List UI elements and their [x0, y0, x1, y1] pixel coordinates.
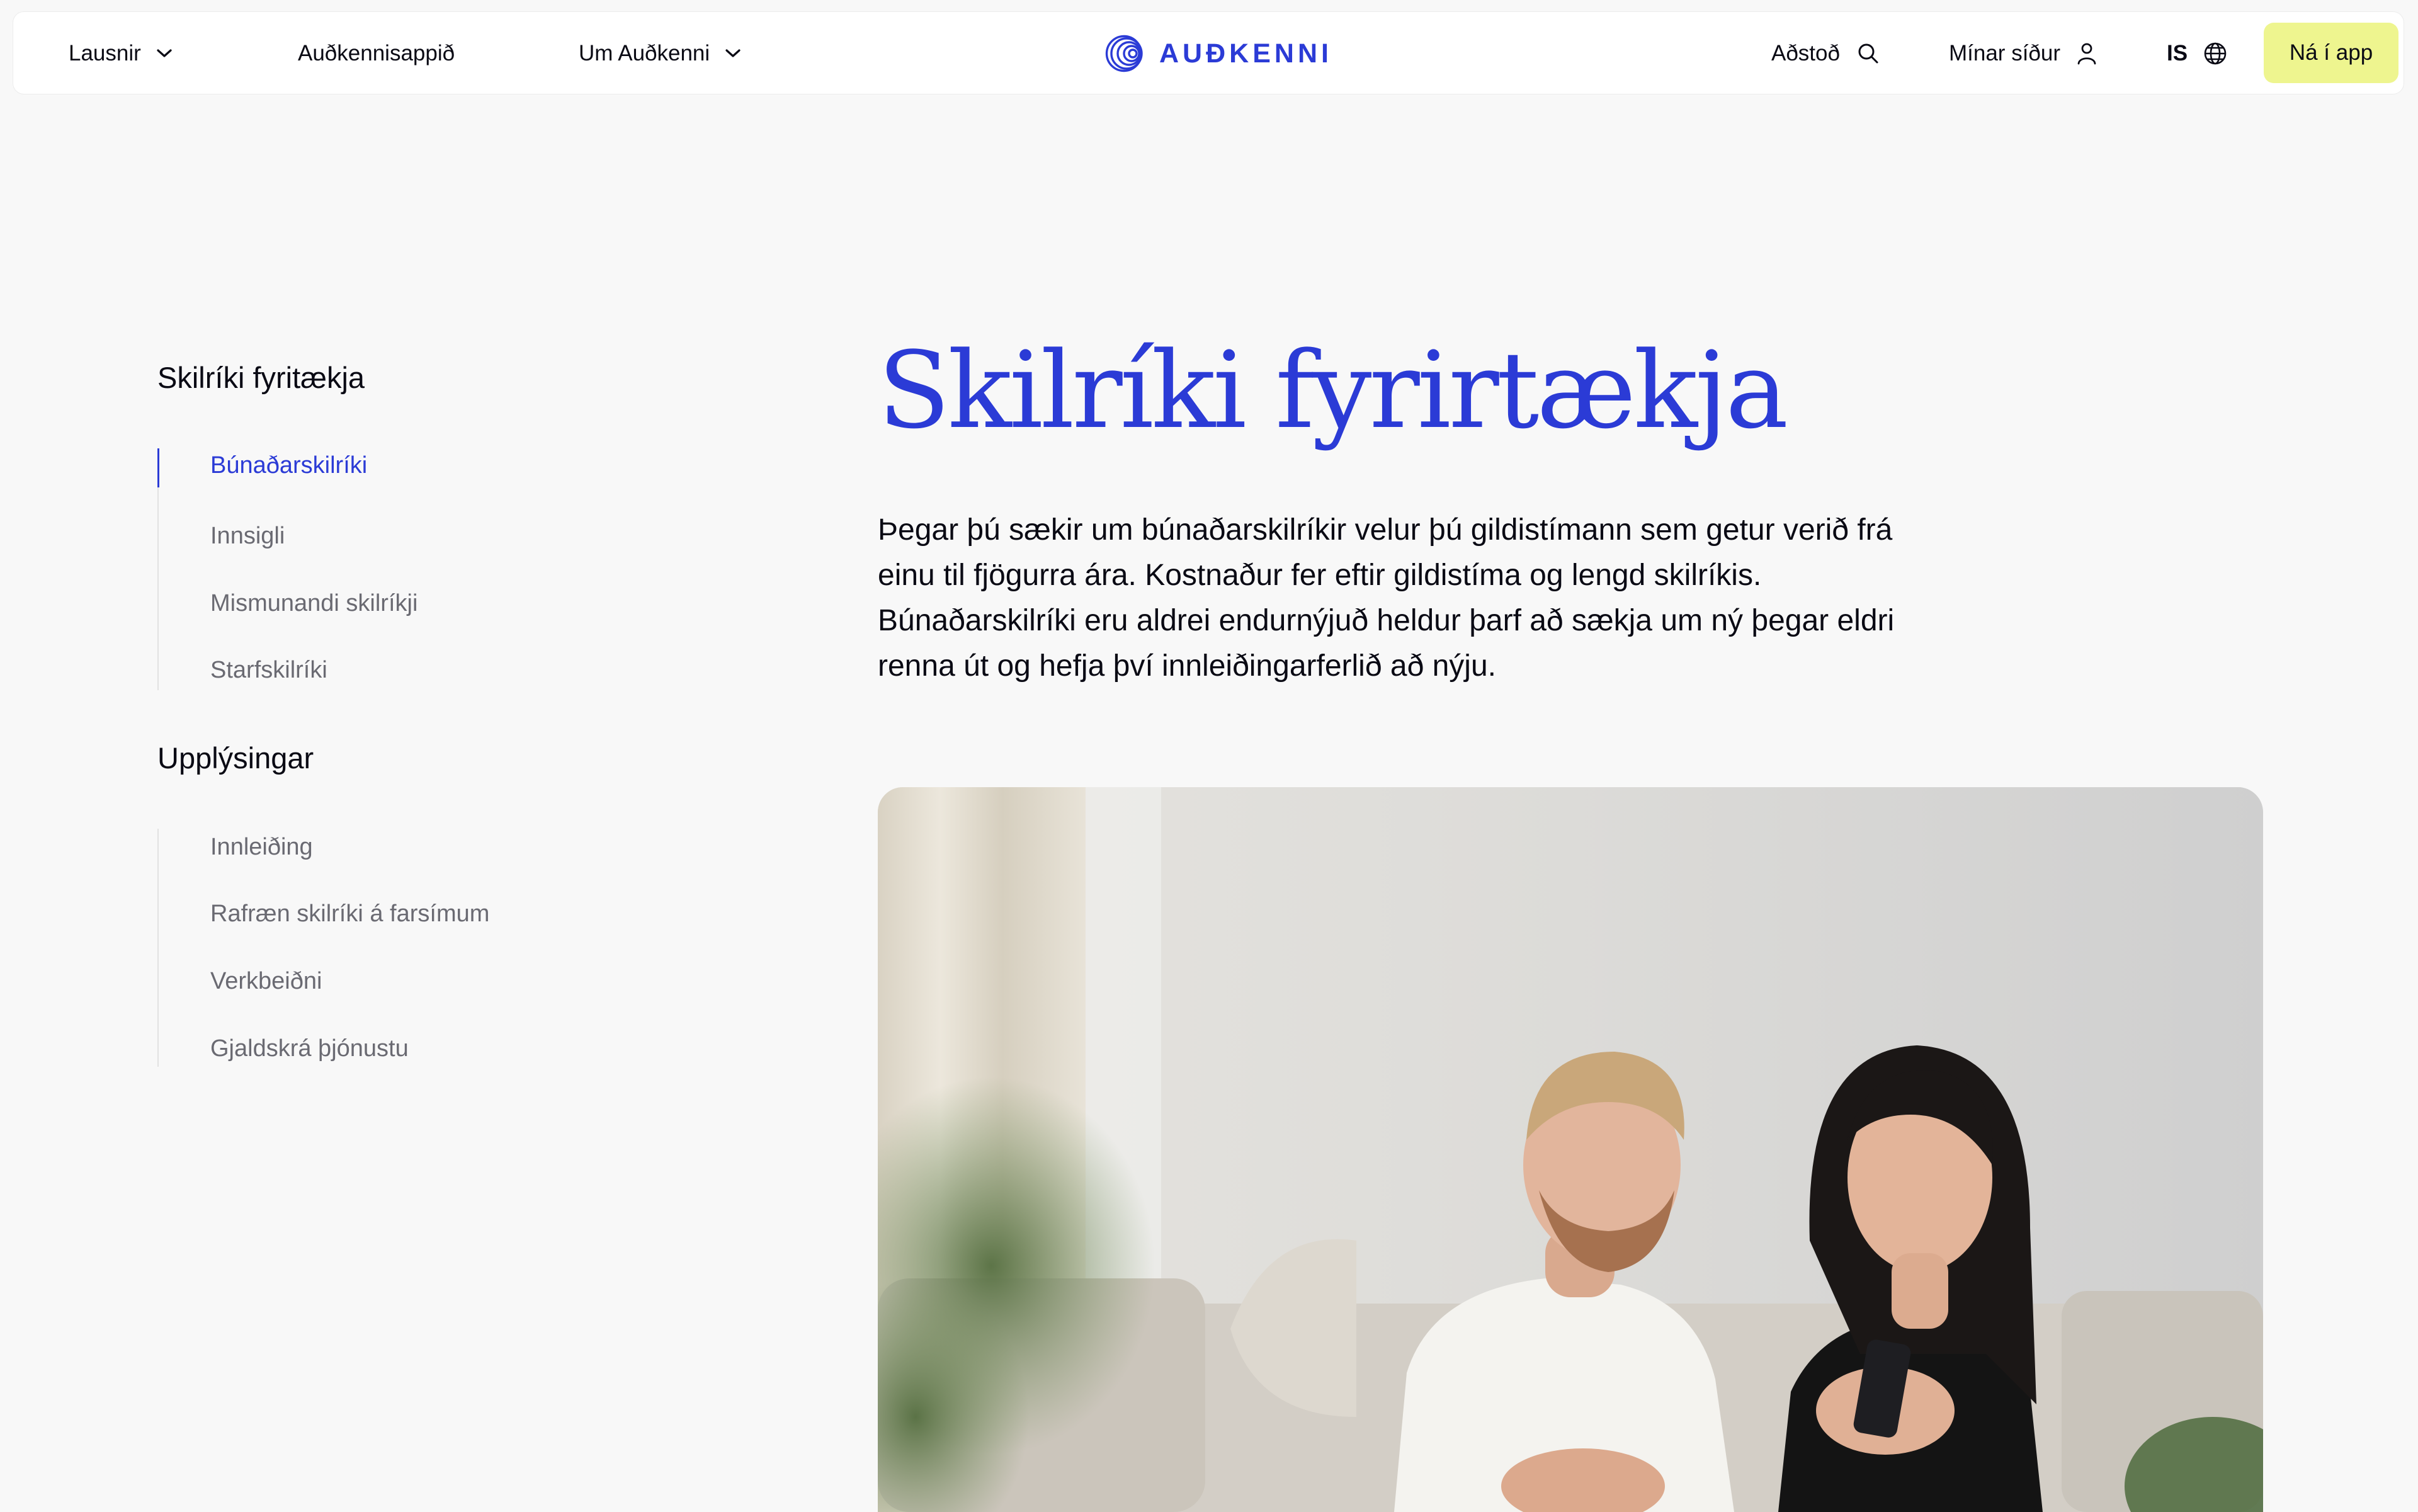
- sidebar-item-rafraen-skilriki[interactable]: Rafræn skilríki á farsímum: [210, 901, 489, 928]
- sidebar-section-title: Skilríki fyritækja: [157, 361, 365, 394]
- nav-account[interactable]: Mínar síður: [1949, 12, 2098, 95]
- intro-paragraph: Þegar þú sækir um búnaðarskilríkir velur…: [878, 513, 1895, 683]
- sidebar-item-starfskilriki[interactable]: Starfskilríki: [210, 657, 327, 684]
- nav-audkennisappid-label: Auðkennisappið: [298, 41, 455, 65]
- user-icon: [2077, 43, 2096, 65]
- logo-text: AUÐKENNI: [1159, 38, 1332, 69]
- nav-account-label: Mínar síður: [1949, 41, 2060, 65]
- search-icon: [1858, 43, 1878, 64]
- globe-icon: [2204, 42, 2227, 65]
- sidebar-section-items: Innleiðing Rafræn skilríki á farsímum Ve…: [157, 829, 599, 1067]
- page-title: Skilríki fyrirtækja: [878, 329, 1788, 452]
- sidebar-item-bunadarskilriki[interactable]: Búnaðarskilríki: [210, 452, 367, 479]
- nav-audkennisappid[interactable]: Auðkennisappið: [298, 12, 455, 95]
- active-indicator: [157, 448, 159, 487]
- brand-logo[interactable]: AUÐKENNI: [1096, 12, 1332, 95]
- nav-lausnir[interactable]: Lausnir: [69, 12, 174, 95]
- nav-language[interactable]: IS: [2167, 12, 2228, 95]
- sidebar-item-mismunandi-skilrikji[interactable]: Mismunandi skilríkji: [210, 590, 417, 617]
- nav-lausnir-label: Lausnir: [69, 41, 141, 65]
- get-app-button[interactable]: Ná í app: [2264, 23, 2398, 83]
- sidebar-section-title: Upplýsingar: [157, 741, 314, 775]
- get-app-label: Ná í app: [2289, 40, 2373, 65]
- fingerprint-rings-icon: [1105, 35, 1143, 72]
- hero-image: [878, 787, 2263, 1512]
- sidebar-item-innleiding[interactable]: Innleiðing: [210, 834, 313, 861]
- nav-help[interactable]: Aðstoð: [1771, 12, 1880, 95]
- sidebar-item-verkbeidni[interactable]: Verkbeiðni: [210, 968, 322, 995]
- nav-um-audkenni[interactable]: Um Auðkenni: [579, 12, 742, 95]
- nav-language-label: IS: [2167, 41, 2188, 65]
- chevron-down-icon: [725, 49, 741, 57]
- chevron-down-icon: [157, 49, 172, 57]
- sidebar-item-gjaldskra[interactable]: Gjaldskrá þjónustu: [210, 1035, 409, 1062]
- sidebar-section-items: Búnaðarskilríki Innsigli Mismunandi skil…: [157, 448, 599, 690]
- hero-photo-illustration: [878, 787, 2263, 1512]
- top-navigation: Lausnir Auðkennisappið Um Auðkenni AUÐKE…: [13, 11, 2404, 94]
- nav-help-label: Aðstoð: [1771, 41, 1840, 65]
- nav-um-audkenni-label: Um Auðkenni: [579, 41, 710, 65]
- sidebar-item-innsigli[interactable]: Innsigli: [210, 523, 285, 550]
